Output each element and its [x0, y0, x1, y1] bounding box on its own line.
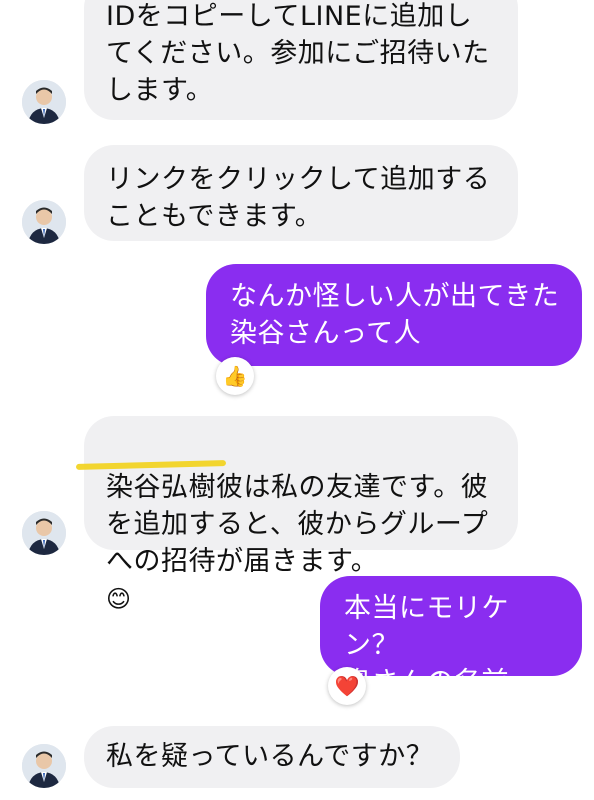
- person-avatar-icon: [22, 744, 66, 788]
- incoming-message[interactable]: 染谷弘樹彼は私の友達です。彼 を追加すると、彼からグループ への招待が届きます。…: [84, 416, 518, 613]
- thumbs-up-reaction-icon[interactable]: 👍: [216, 357, 254, 395]
- outgoing-message[interactable]: なんか怪しい人が出てきた 染谷さんって人: [206, 264, 582, 366]
- incoming-message[interactable]: IDをコピーしてLINEに追加し てください。参加にご招待いた します。: [84, 0, 518, 120]
- sender-avatar[interactable]: [22, 511, 66, 555]
- sender-avatar[interactable]: [22, 744, 66, 788]
- sender-avatar[interactable]: [22, 200, 66, 244]
- incoming-message[interactable]: 私を疑っているんですか？: [84, 726, 460, 788]
- person-avatar-icon: [22, 80, 66, 124]
- incoming-message[interactable]: リンクをクリックして追加する こともできます。: [84, 145, 518, 241]
- heart-reaction-icon[interactable]: ❤️: [328, 667, 366, 705]
- person-avatar-icon: [22, 200, 66, 244]
- smiling-face-emoji: 😊: [106, 585, 132, 613]
- message-text: 染谷弘樹彼は私の友達です。彼 を追加すると、彼からグループ への招待が届きます。: [106, 472, 489, 577]
- sender-avatar[interactable]: [22, 80, 66, 124]
- person-avatar-icon: [22, 511, 66, 555]
- outgoing-message[interactable]: 本当にモリケン？ 奥さんの名前は？: [320, 576, 582, 735]
